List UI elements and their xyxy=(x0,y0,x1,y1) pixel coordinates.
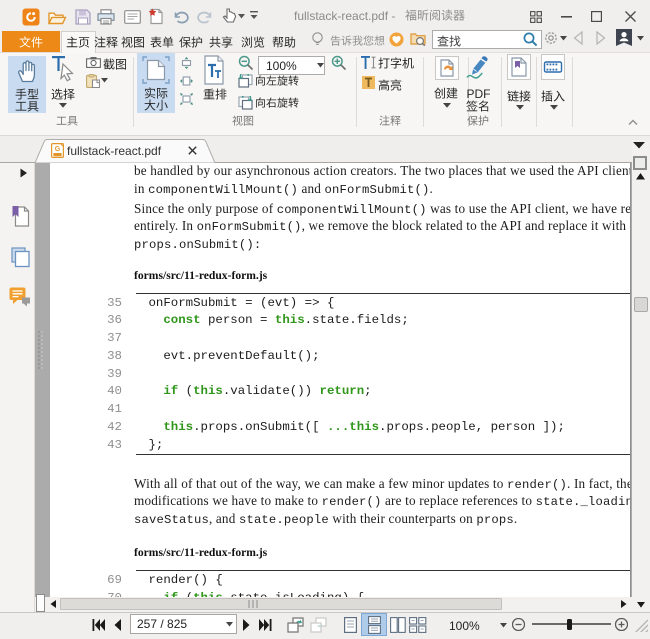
svg-text:G: G xyxy=(55,146,61,153)
